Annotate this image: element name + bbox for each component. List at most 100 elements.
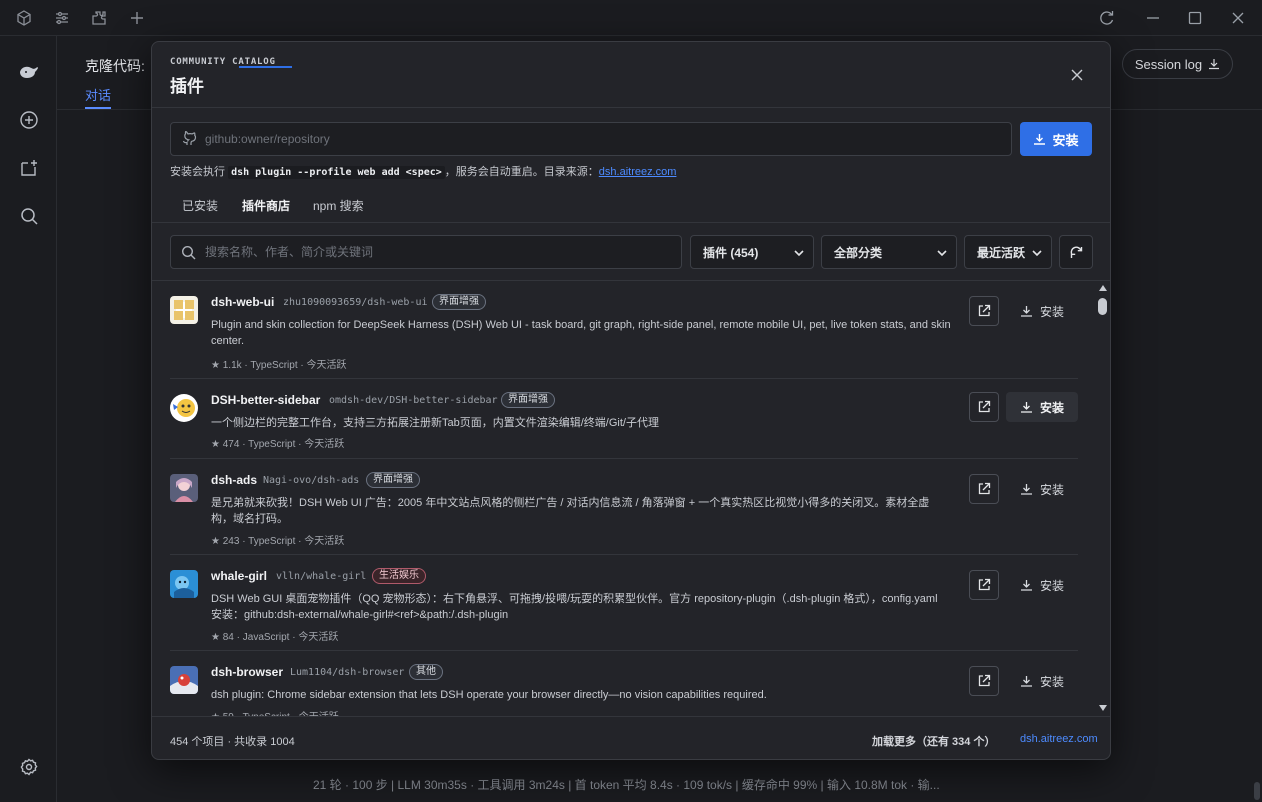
plugin-name: whale-girl xyxy=(211,569,268,583)
plugin-tag: 其他 xyxy=(409,664,443,680)
install-repo-button[interactable]: 安装 xyxy=(1020,122,1092,156)
maximize-icon[interactable] xyxy=(1185,8,1205,28)
install-label: 安装 xyxy=(1039,400,1064,415)
install-label: 安装 xyxy=(1039,482,1064,497)
install-label: 安装 xyxy=(1039,578,1064,593)
sliders-icon[interactable] xyxy=(53,9,71,27)
install-plugin-button[interactable]: 安装 xyxy=(1006,474,1078,504)
plugin-tag: 界面增强 xyxy=(501,392,555,408)
type-filter-value: 插件 (454) xyxy=(703,245,759,260)
install-plugin-button[interactable]: 安装 xyxy=(1006,392,1078,422)
download-icon xyxy=(1020,579,1032,591)
plugin-list-scrollbar[interactable] xyxy=(1096,281,1110,716)
scroll-thumb[interactable] xyxy=(1098,298,1107,315)
download-icon xyxy=(1020,675,1032,687)
open-external-button[interactable] xyxy=(969,392,999,422)
chevron-down-icon xyxy=(937,250,947,257)
scroll-up-arrow[interactable] xyxy=(1099,285,1107,291)
session-log-label: Session log xyxy=(1134,56,1203,72)
download-icon xyxy=(1020,401,1032,413)
sort-select[interactable]: 最近活跃 xyxy=(964,235,1052,269)
page-scrollbar[interactable] xyxy=(1254,782,1260,800)
external-link-icon xyxy=(978,304,991,317)
install-hint: 安装会执行 dsh plugin --profile web add <spec… xyxy=(170,163,676,179)
refresh-icon xyxy=(1070,246,1082,258)
refresh-icon[interactable] xyxy=(1097,8,1117,28)
external-link-icon xyxy=(978,578,991,591)
plugin-repo: Nagi-ovo/dsh-ads xyxy=(263,475,360,486)
external-link-icon xyxy=(978,482,991,495)
plugin-repo: omdsh-dev/DSH-better-sidebar xyxy=(329,395,498,406)
plugin-description: dsh plugin: Chrome sidebar extension tha… xyxy=(211,689,767,701)
install-plugin-button[interactable]: 安装 xyxy=(1006,296,1078,326)
plugin-meta: ★ 84 · JavaScript · 今天活跃 xyxy=(211,632,339,643)
install-repo-label: 安装 xyxy=(1052,132,1079,148)
open-external-button[interactable] xyxy=(969,474,999,504)
load-more-button[interactable]: 加载更多（还有 334 个） xyxy=(872,733,995,749)
install-label: 安装 xyxy=(1039,674,1064,689)
download-icon xyxy=(1020,483,1032,495)
settings-icon[interactable] xyxy=(18,756,40,778)
open-external-button[interactable] xyxy=(969,666,999,696)
plugin-icon[interactable] xyxy=(90,9,108,27)
hint-suffix: ，服务会自动重启。目录来源： xyxy=(444,166,599,178)
left-rail xyxy=(0,36,57,802)
active-tab-underline xyxy=(239,66,292,68)
cube-icon[interactable] xyxy=(15,9,33,27)
plugin-item-dsh-web-ui: dsh-web-ui zhu1090093659/dsh-web-ui 界面增强… xyxy=(170,281,1078,379)
category-filter-value: 全部分类 xyxy=(834,245,883,260)
plugin-repo: vlln/whale-girl xyxy=(276,571,367,582)
download-icon xyxy=(1020,305,1032,317)
repo-input-wrapper xyxy=(170,122,1012,156)
close-icon xyxy=(1071,69,1083,81)
repo-input[interactable] xyxy=(205,123,995,155)
plugin-description: 一个侧边栏的完整工作台，支持三方拓展注册新Tab页面，内置文件渲染编辑/终端/G… xyxy=(211,417,659,429)
plugin-repo: zhu1090093659/dsh-web-ui xyxy=(283,297,428,308)
close-icon[interactable] xyxy=(1228,8,1248,28)
download-icon xyxy=(1034,133,1046,145)
modal-title: 插件 xyxy=(170,77,204,96)
plugin-search-input[interactable] xyxy=(205,236,675,268)
tab-npm-search[interactable]: npm 搜索 xyxy=(313,197,364,214)
modal-close-button[interactable] xyxy=(1066,64,1088,86)
title-bar xyxy=(0,0,1262,36)
hint-command: dsh plugin --profile web add <spec> xyxy=(228,166,445,179)
plugin-name: dsh-ads xyxy=(211,473,258,487)
tab-plugin-store[interactable]: 插件商店 xyxy=(242,197,290,214)
footer-divider xyxy=(152,716,1110,717)
plugin-description: 是兄弟就来砍我！DSH Web UI 广告：2005 年中文站点风格的侧栏广告 … xyxy=(211,497,930,525)
tab-installed[interactable]: 已安装 xyxy=(182,197,218,214)
plugin-item-whale-girl: whale-girl vlln/whale-girl 生活娱乐 DSH Web … xyxy=(170,555,1078,651)
plugin-tag: 界面增强 xyxy=(432,294,486,310)
search-icon[interactable] xyxy=(18,205,40,227)
plugin-description: DSH Web GUI 桌面宠物插件（QQ 宠物形态）：右下角悬浮、可拖拽/投喂… xyxy=(211,593,938,621)
refresh-button[interactable] xyxy=(1059,235,1093,269)
footer-count: 454 个项目 · 共收录 1004 xyxy=(170,736,295,748)
whale-logo-icon[interactable] xyxy=(18,60,40,82)
open-external-button[interactable] xyxy=(969,570,999,600)
plugin-name: dsh-web-ui xyxy=(211,295,275,309)
sort-value: 最近活跃 xyxy=(977,245,1026,260)
category-filter-select[interactable]: 全部分类 xyxy=(821,235,957,269)
tabs-divider xyxy=(152,222,1110,223)
plus-icon[interactable] xyxy=(128,9,146,27)
catalog-source-link[interactable]: dsh.aitreez.com xyxy=(599,166,677,178)
footer-catalog-link[interactable]: dsh.aitreez.com xyxy=(1020,733,1098,745)
add-folder-icon[interactable] xyxy=(18,157,40,179)
chevron-down-icon xyxy=(1032,250,1042,257)
minimize-icon[interactable] xyxy=(1143,8,1163,28)
open-external-button[interactable] xyxy=(969,296,999,326)
external-link-icon xyxy=(978,674,991,687)
install-plugin-button[interactable]: 安装 xyxy=(1006,666,1078,696)
plugin-name: DSH-better-sidebar xyxy=(211,393,321,407)
tab-chat[interactable]: 对话 xyxy=(85,85,111,104)
plugins-modal: COMMUNITY CATALOG 插件 安装 安装会执行 dsh plugin… xyxy=(151,41,1111,760)
plugin-meta: ★ 474 · TypeScript · 今天活跃 xyxy=(211,439,345,450)
type-filter-select[interactable]: 插件 (454) xyxy=(690,235,814,269)
plugin-description: Plugin and skin collection for DeepSeek … xyxy=(211,319,951,347)
scroll-down-arrow[interactable] xyxy=(1099,705,1107,711)
plugin-search-wrapper xyxy=(170,235,682,269)
session-log-button[interactable]: Session log xyxy=(1122,49,1233,79)
new-chat-icon[interactable] xyxy=(18,109,40,131)
install-plugin-button[interactable]: 安装 xyxy=(1006,570,1078,600)
